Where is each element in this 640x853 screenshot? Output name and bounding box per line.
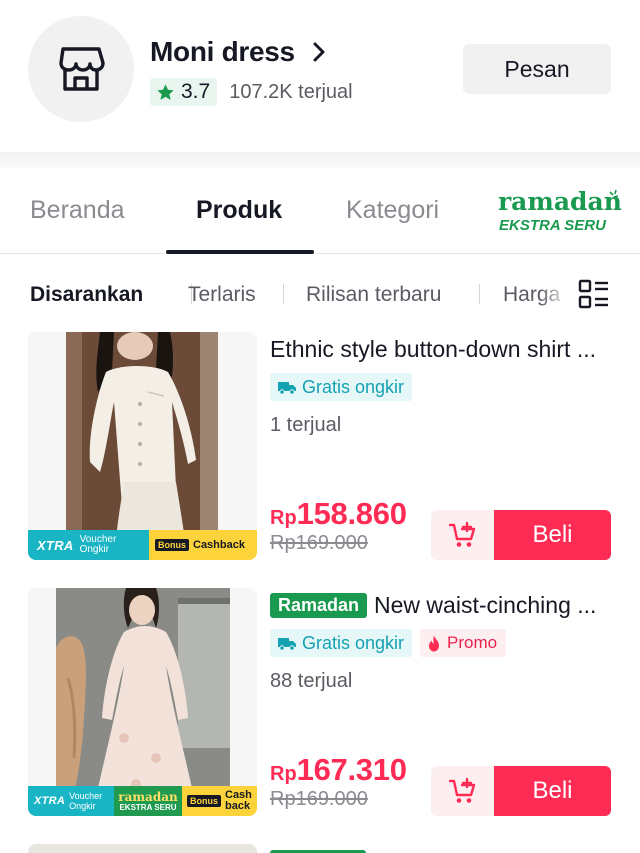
product-sold-count: 1 terjual: [270, 414, 342, 436]
tab-beranda[interactable]: Beranda: [30, 196, 125, 225]
shop-stats: 3.7 107.2K terjual: [150, 78, 353, 106]
campaign-line1: ramadan: [498, 187, 622, 216]
cashback-label: Cashback: [225, 789, 252, 812]
xtra-voucher-badge: XTRA Voucher Ongkir: [28, 530, 149, 560]
promo-banner: XTRA Voucher Ongkir ramadan EKSTRA SERU B…: [28, 786, 257, 816]
sort-rilisan-terbaru[interactable]: Rilisan terbaru: [306, 283, 441, 307]
voucher-ongkir-label: Voucher Ongkir: [69, 791, 103, 811]
shop-name: Moni dress: [150, 36, 295, 67]
product-card[interactable]: XTRA Voucher Ongkir Bonus Cashback Ethnic…: [0, 332, 640, 588]
message-button[interactable]: Pesan: [463, 44, 611, 94]
bonus-label: Bonus: [187, 795, 221, 807]
next-product-peek: [0, 844, 640, 853]
sort-terlaris[interactable]: Terlaris: [188, 283, 256, 307]
xtra-voucher-badge: XTRA Voucher Ongkir: [28, 786, 114, 816]
sort-fade-overlay: [540, 274, 580, 318]
add-to-cart-button[interactable]: [431, 766, 494, 816]
truck-icon: [278, 638, 296, 651]
banner-ekstra-label: EKSTRA SERU: [119, 802, 177, 812]
product-price: Rp 167.310: [270, 752, 407, 788]
product-image[interactable]: XTRA Voucher Ongkir Bonus Cashback: [28, 332, 257, 560]
chevron-right-icon: [313, 42, 325, 62]
free-shipping-label: Gratis ongkir: [302, 632, 405, 653]
list-layout-icon[interactable]: [578, 278, 610, 310]
shop-sold-count: 107.2K terjual: [229, 80, 353, 103]
cashback-label: Cashback: [193, 539, 245, 551]
ramadan-banner-badge: ramadan EKSTRA SERU: [114, 786, 182, 816]
product-image[interactable]: XTRA Voucher Ongkir ramadan EKSTRA SERU B…: [28, 588, 257, 816]
rating-badge: 3.7: [150, 78, 218, 106]
promo-banner: XTRA Voucher Ongkir Bonus Cashback: [28, 530, 257, 560]
shop-avatar[interactable]: [28, 16, 134, 122]
xtra-label: XTRA: [34, 795, 66, 807]
product-tags: Gratis ongkir: [270, 373, 413, 401]
product-title-row[interactable]: Ethnic style button-down shirt ...: [270, 336, 615, 363]
next-product-image: [28, 844, 257, 853]
voucher-ongkir-label: Voucher Ongkir: [79, 534, 117, 555]
bonus-label: Bonus: [155, 539, 189, 551]
truck-icon: [278, 382, 296, 395]
product-sold-count: 88 terjual: [270, 670, 353, 692]
add-to-cart-icon: [448, 777, 475, 803]
product-photo-woman-white-blouse: [28, 332, 257, 560]
add-to-cart-icon: [448, 521, 475, 547]
sort-divider: [283, 284, 284, 304]
shop-tabs: Beranda Produk Kategori ramadan EKSTRA S…: [0, 168, 640, 254]
promo-tag: Promo: [420, 629, 507, 657]
price-value: 167.310: [296, 752, 407, 787]
product-title: Ethnic style button-down shirt ...: [270, 336, 596, 362]
tab-kategori[interactable]: Kategori: [346, 196, 439, 225]
xtra-label: XTRA: [37, 537, 74, 553]
product-tags: Gratis ongkir Promo: [270, 629, 507, 657]
store-icon: [59, 47, 105, 91]
promo-label: Promo: [447, 633, 498, 652]
buy-button[interactable]: Beli: [494, 766, 611, 816]
product-title: New waist-cinching ...: [374, 592, 597, 618]
price-currency: Rp: [270, 507, 297, 529]
free-shipping-tag: Gratis ongkir: [270, 629, 413, 657]
star-icon: [157, 83, 174, 100]
add-to-cart-button[interactable]: [431, 510, 494, 560]
bonus-cashback-badge: Bonus Cashback: [182, 786, 257, 816]
product-card[interactable]: XTRA Voucher Ongkir ramadan EKSTRA SERU B…: [0, 588, 640, 844]
tab-produk[interactable]: Produk: [196, 196, 282, 225]
shop-name-link[interactable]: Moni dress: [150, 36, 329, 68]
section-divider: [0, 152, 640, 168]
flame-icon: [429, 635, 440, 651]
shop-header: Moni dress 3.7 107.2K terjual Pesan: [0, 0, 640, 152]
original-price: Rp169.000: [270, 532, 368, 554]
product-title-row[interactable]: Ramadan New waist-cinching ...: [270, 592, 615, 619]
ramadan-badge: Ramadan: [270, 593, 368, 618]
price-value: 158.860: [296, 496, 407, 531]
campaign-line2: EKSTRA SERU: [499, 217, 607, 234]
sort-bar: Disarankan Terlaris Rilisan terbaru Harg…: [0, 254, 640, 332]
bonus-cashback-badge: Bonus Cashback: [149, 530, 257, 560]
buy-button[interactable]: Beli: [494, 510, 611, 560]
free-shipping-tag: Gratis ongkir: [270, 373, 413, 401]
product-photo-woman-floral-dress: [28, 588, 257, 816]
tab-ramadan-campaign[interactable]: ramadan EKSTRA SERU: [497, 186, 622, 238]
price-currency: Rp: [270, 763, 297, 785]
free-shipping-label: Gratis ongkir: [302, 376, 405, 397]
sort-disarankan[interactable]: Disarankan: [30, 283, 143, 307]
sort-divider: [479, 284, 480, 304]
original-price: Rp169.000: [270, 788, 368, 810]
product-price: Rp 158.860: [270, 496, 407, 532]
rating-value: 3.7: [181, 80, 211, 103]
banner-ramadan-label: ramadan: [118, 789, 178, 804]
